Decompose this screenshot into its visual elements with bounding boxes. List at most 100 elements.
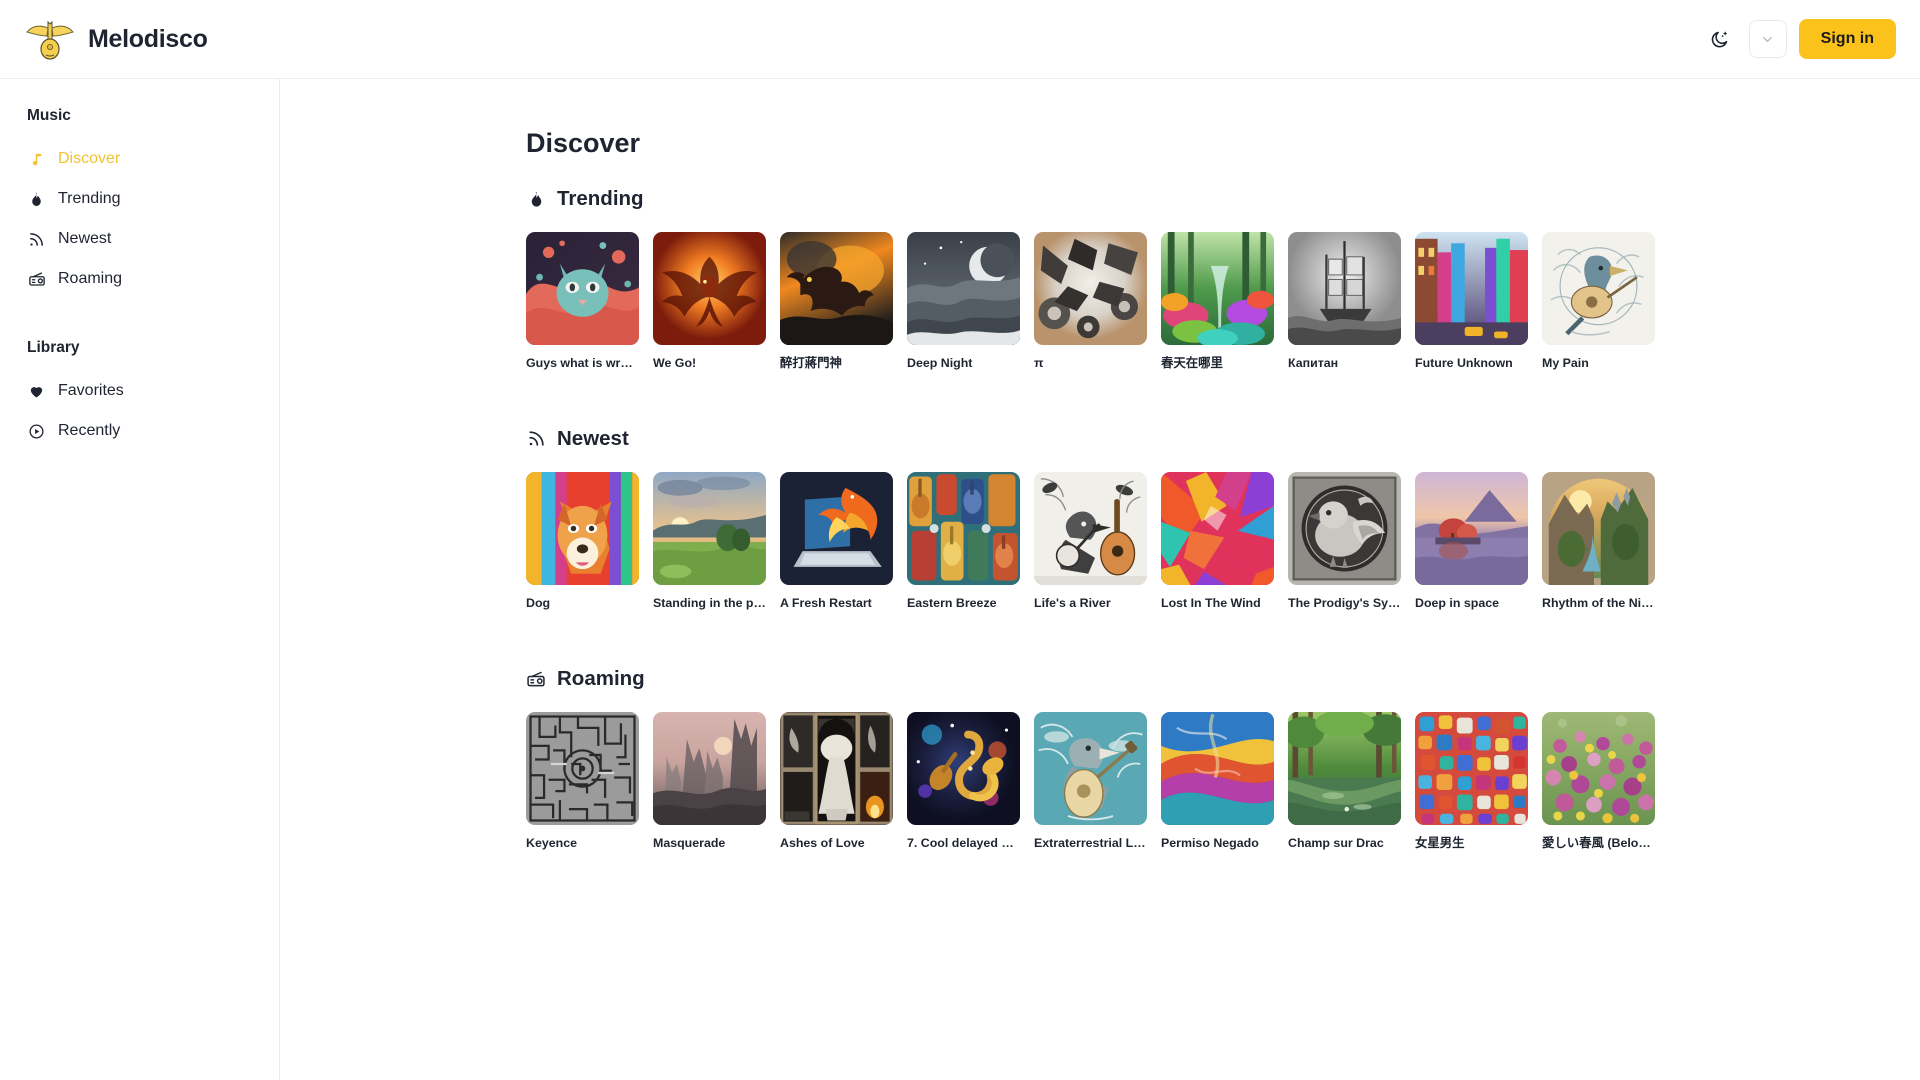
card-title: 春天在哪里 [1161, 356, 1223, 370]
card-title: Dog [526, 595, 551, 610]
sidebar: Music Discover Trending Newest Roaming L… [0, 79, 280, 1080]
card-item[interactable]: Dog [526, 471, 639, 611]
card-title: Rhythm of the Night [1542, 595, 1655, 610]
album-art-cosmic-sax [907, 711, 1020, 825]
album-art-forest-stream [1288, 711, 1401, 825]
card-title: Doep in space [1415, 595, 1500, 610]
album-art-laptop-phoenix [780, 471, 893, 585]
card-item[interactable]: 愛しい春風 (Belove… [1542, 711, 1655, 851]
card-title: π [1034, 356, 1044, 370]
card-item[interactable]: Extraterrestrial Love [1034, 711, 1147, 851]
album-art-moon-clouds [907, 232, 1020, 345]
winged-guitar-logo-icon [26, 18, 74, 60]
album-art-canyon-river [1542, 471, 1655, 585]
signin-button[interactable]: Sign in [1798, 19, 1896, 59]
album-art-fire-dragon [780, 232, 893, 345]
section-title-roaming: Roaming [557, 666, 645, 690]
section-trending: Trending Guys what is wron… We Go! 醉打蔣門神… [526, 187, 1920, 371]
flame-icon [526, 189, 546, 209]
album-art-bw-maze [526, 711, 639, 825]
album-art-engraved-bird [1288, 471, 1401, 585]
album-art-abstract-shards [1161, 471, 1274, 585]
card-item[interactable]: Guys what is wron… [526, 232, 639, 371]
card-title: Ashes of Love [780, 835, 865, 850]
sidebar-item-label-favorites: Favorites [58, 382, 124, 399]
card-item[interactable]: Ashes of Love [780, 711, 893, 851]
card-item[interactable]: Keyence [526, 711, 639, 851]
card-title: 愛しい春風 (Belove… [1542, 835, 1655, 850]
main-content: Discover Trending Guys what is wron… We … [280, 79, 1920, 1080]
sidebar-group-library: Library Favorites Recently [0, 339, 279, 451]
radio-icon [27, 270, 46, 289]
album-art-foggy-pines [653, 711, 766, 825]
album-art-flower-field [1542, 711, 1655, 825]
sidebar-item-roaming[interactable]: Roaming [0, 259, 279, 299]
chevron-down-icon[interactable] [1748, 20, 1787, 58]
card-title: Eastern Breeze [907, 595, 997, 610]
card-title: Капитан [1288, 356, 1339, 370]
sidebar-item-favorites[interactable]: Favorites [0, 371, 279, 411]
card-item[interactable]: We Go! [653, 232, 766, 371]
card-row-newest: Dog Standing in the pro… A Fresh Restart… [526, 471, 1920, 611]
card-title: Masquerade [653, 835, 726, 850]
album-art-marbled-swirl [1161, 711, 1274, 825]
album-art-psychedelic-cat [526, 232, 639, 345]
card-title: A Fresh Restart [780, 595, 872, 610]
sidebar-item-discover[interactable]: Discover [0, 139, 279, 179]
section-newest: Newest Dog Standing in the pro… A Fresh … [526, 427, 1920, 611]
card-item[interactable]: Life's a River [1034, 471, 1147, 611]
card-title: Lost In The Wind [1161, 595, 1261, 610]
card-item[interactable]: 醉打蔣門神 [780, 232, 893, 371]
album-art-gothic-panels [780, 711, 893, 825]
card-title: Life's a River [1034, 595, 1111, 610]
card-item[interactable]: 春天在哪里 [1161, 232, 1274, 371]
moon-stars-icon[interactable] [1703, 22, 1737, 56]
card-title: Champ sur Drac [1288, 835, 1384, 850]
card-item[interactable]: A Fresh Restart [780, 471, 893, 611]
music-note-icon [27, 150, 46, 169]
card-item[interactable]: π [1034, 232, 1147, 371]
sidebar-item-label-recently: Recently [58, 422, 121, 439]
page-title: Discover [526, 128, 641, 158]
card-item[interactable]: My Pain [1542, 232, 1655, 371]
radio-icon [526, 669, 546, 689]
card-item[interactable]: Eastern Breeze [907, 471, 1020, 611]
card-item[interactable]: Standing in the pro… [653, 471, 766, 611]
card-item[interactable]: Champ sur Drac [1288, 711, 1401, 851]
card-title: 女星男生 [1415, 835, 1465, 850]
sidebar-group-title-library: Library [27, 339, 80, 356]
sidebar-item-newest[interactable]: Newest [0, 219, 279, 259]
card-item[interactable]: Masquerade [653, 711, 766, 851]
brand[interactable]: Melodisco [26, 18, 208, 60]
card-item[interactable]: 女星男生 [1415, 711, 1528, 851]
brand-name: Melodisco [88, 24, 208, 53]
card-item[interactable]: Permiso Negado [1161, 711, 1274, 851]
card-title: We Go! [653, 356, 697, 370]
album-art-bw-ship [1288, 232, 1401, 345]
card-item[interactable]: 7. Cool delayed kick [907, 711, 1020, 851]
sidebar-item-trending[interactable]: Trending [0, 179, 279, 219]
section-header-newest: Newest [526, 427, 1920, 451]
card-item[interactable]: Future Unknown [1415, 232, 1528, 371]
card-item[interactable]: Rhythm of the Night [1542, 471, 1655, 611]
app-header: Melodisco Sign in [0, 0, 1920, 79]
album-art-rainbow-dog [526, 471, 639, 585]
card-title: Future Unknown [1415, 356, 1513, 370]
flame-icon [27, 190, 46, 209]
card-title: Keyence [526, 835, 577, 850]
play-circle-icon [27, 422, 46, 441]
sidebar-item-recently[interactable]: Recently [0, 411, 279, 451]
card-item[interactable]: Lost In The Wind [1161, 471, 1274, 611]
album-art-purple-lake [1415, 471, 1528, 585]
card-item[interactable]: Deep Night [907, 232, 1020, 371]
card-item[interactable]: Doep in space [1415, 471, 1528, 611]
sidebar-group-music: Music Discover Trending Newest Roaming [0, 107, 279, 299]
album-art-sketch-bird-guitar [1542, 232, 1655, 345]
card-item[interactable]: The Prodigy's Sym… [1288, 471, 1401, 611]
album-art-sunset-meadow [653, 471, 766, 585]
section-roaming: Roaming Keyence Masquerade Ashes of Love… [526, 667, 1920, 851]
card-item[interactable]: Капитан [1288, 232, 1401, 371]
card-title: Guys what is wron… [526, 356, 639, 370]
card-title: The Prodigy's Sym… [1288, 595, 1401, 610]
